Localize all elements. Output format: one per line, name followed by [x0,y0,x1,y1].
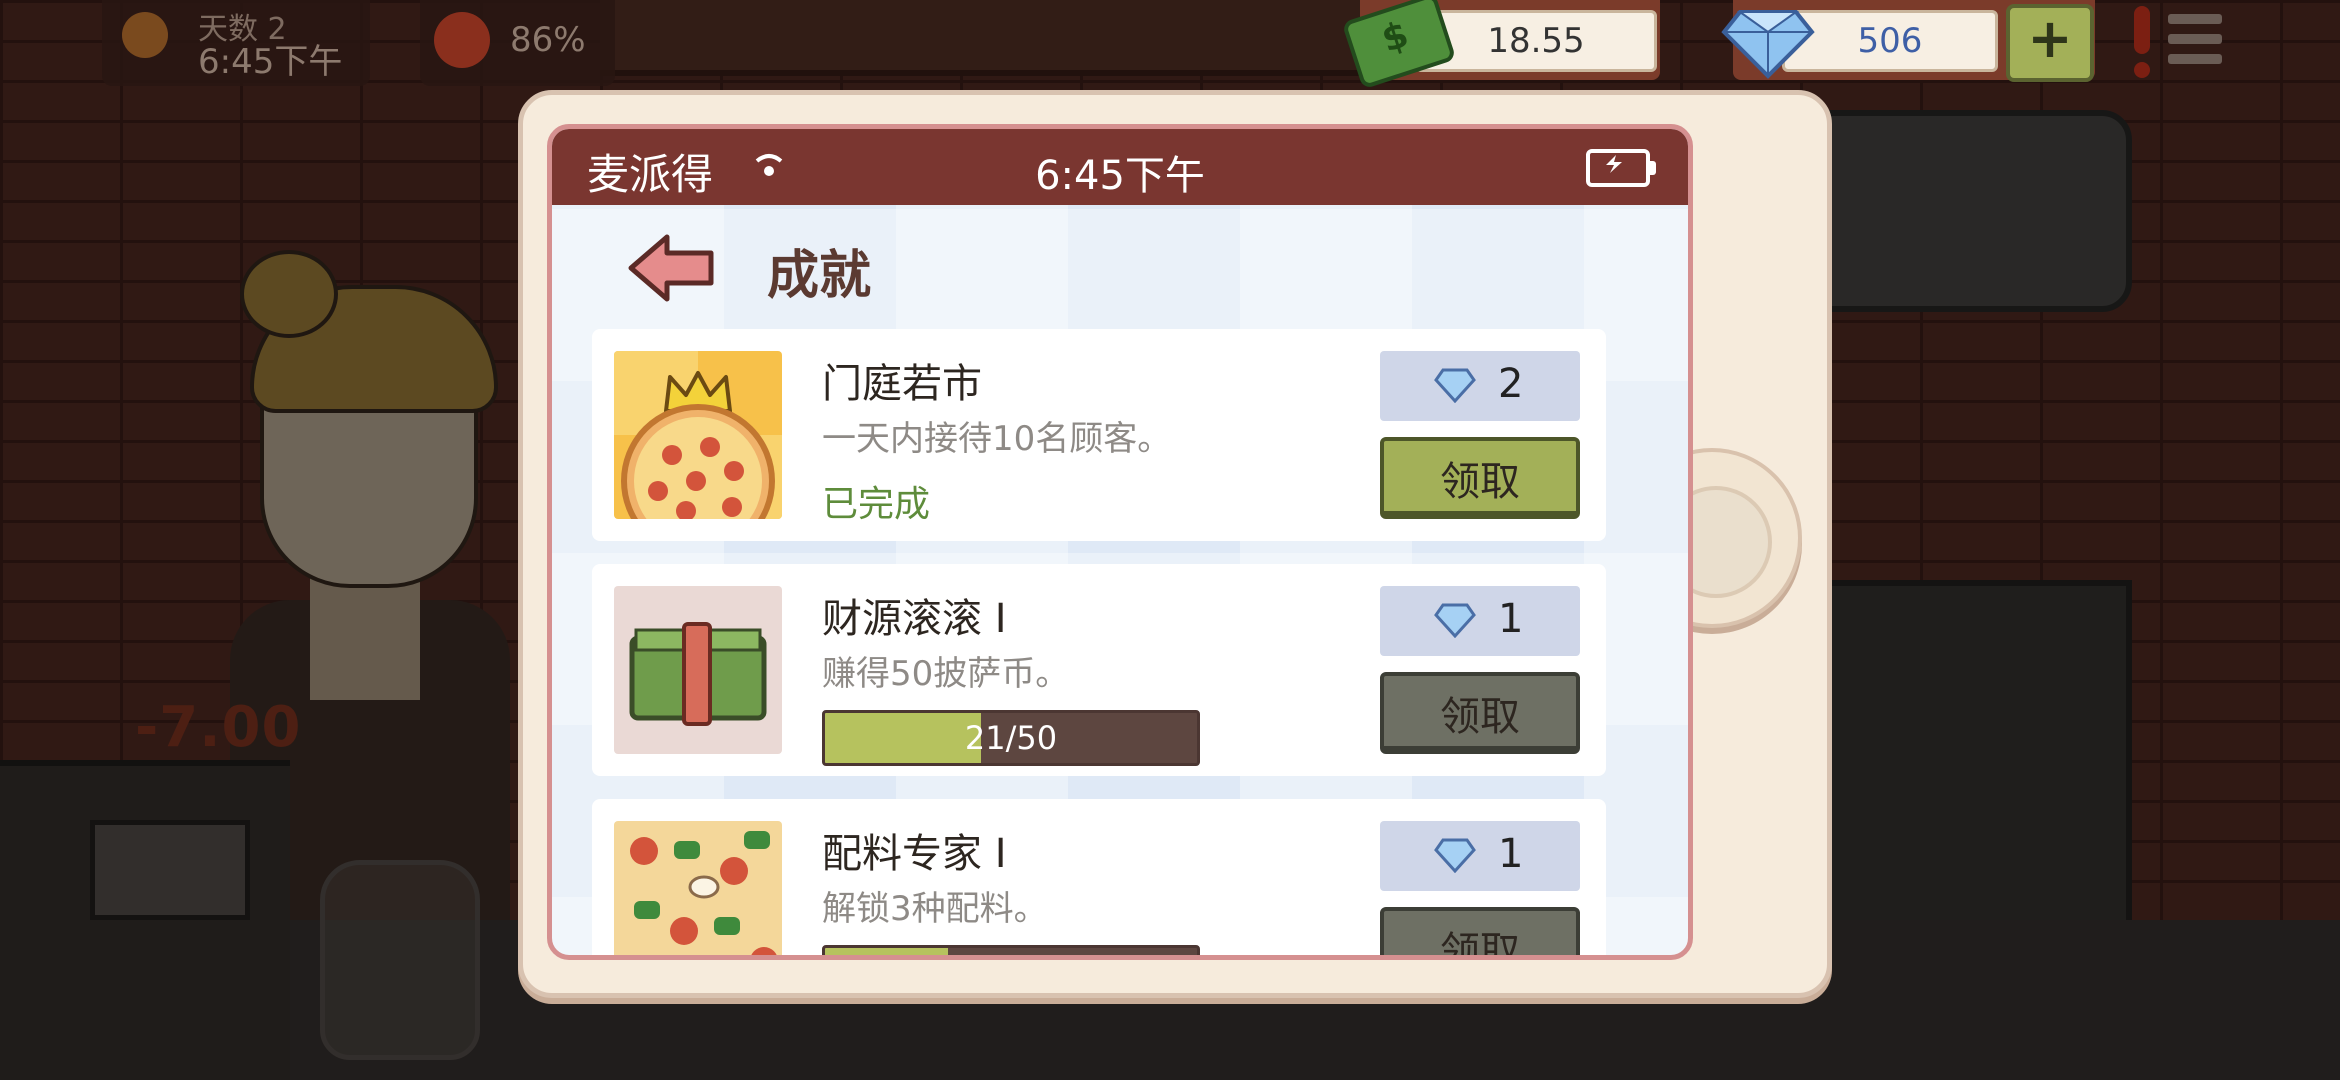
achievement-title: 财源滚滚 I [822,596,1007,642]
achievement-description: 解锁3种配料。 [822,889,1048,929]
pizza-crown-icon [614,351,782,519]
diamond-icon [1434,838,1476,873]
gem-reward: 1 [1380,586,1580,656]
phone-clock: 6:45下午 [1035,153,1205,199]
achievement-card: 财源滚滚 I 赚得50披萨币。 21/50 1 领取 [592,564,1606,776]
day-time-panel: 天数 2 6:45下午 [102,0,370,86]
alert-icon[interactable] [2130,6,2154,80]
claim-button[interactable]: 领取 [1380,437,1580,519]
achievement-status: 已完成 [822,484,931,525]
achievement-description: 赚得50披萨币。 [822,654,1070,694]
phone-status-bar: 麦派得 6:45下午 [552,129,1688,205]
mood-panel: 86% [420,0,615,86]
gem-reward: 1 [1380,821,1580,891]
gem-reward-amount: 2 [1498,361,1524,407]
toppings-icon [614,821,782,955]
angry-face-icon [434,12,490,68]
progress-label: 21/50 [964,719,1058,757]
progress-fill [825,948,948,955]
achievement-progress-bar: 21/50 [822,710,1200,766]
back-arrow-button[interactable] [627,233,717,303]
diamond-icon [1434,603,1476,638]
achievement-title: 门庭若市 [822,361,982,407]
achievement-description: 一天内接待10名顾客。 [822,419,1172,459]
achievement-card: 门庭若市 一天内接待10名顾客。 已完成 2 领取 [592,329,1606,541]
diamond-icon [1721,10,1815,79]
claim-button[interactable]: 领取 [1380,672,1580,754]
gem-reward: 2 [1380,351,1580,421]
diamond-icon [1434,368,1476,403]
menu-icon[interactable] [2168,14,2222,68]
claim-button[interactable]: 领取 [1380,907,1580,955]
achievement-title: 配料专家 I [822,831,1007,877]
mood-percent: 86% [510,20,586,60]
buy-gems-button[interactable]: + [2006,4,2094,82]
achievements-screen: 麦派得 6:45下午 成就 门庭若市 一天内接待10名顾客。 已完成 2 领取 … [547,124,1693,960]
page-title: 成就 [767,246,872,306]
battery-icon [1586,149,1656,187]
cash-amount: 18.55 [1415,10,1657,72]
gem-reward-amount: 1 [1498,831,1524,877]
game-clock: 6:45下午 [198,42,343,82]
achievement-progress-bar [822,945,1200,955]
achievement-card: 配料专家 I 解锁3种配料。 1 领取 [592,799,1606,955]
sun-icon [122,12,168,58]
money-stack-icon [614,586,782,754]
gem-reward-amount: 1 [1498,596,1524,642]
